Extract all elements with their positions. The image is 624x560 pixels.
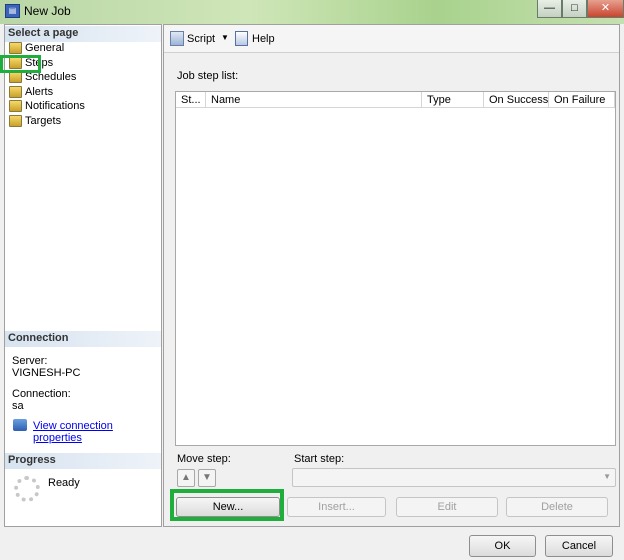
insert-step-button[interactable]: Insert... [287,497,386,517]
main-panel: Script ▼ Help Job step list: St... Name … [163,24,620,527]
sidebar-item-label: Targets [25,115,62,127]
column-header-step[interactable]: St... [176,92,206,108]
new-button-highlight [170,489,284,521]
help-icon [235,31,248,46]
minimize-button[interactable]: — [537,0,562,18]
ok-button[interactable]: OK [469,535,536,557]
script-icon [170,31,184,46]
progress-spinner-icon [14,476,40,502]
toolbar: Script ▼ Help [164,25,619,53]
server-label: Server: [12,355,48,367]
select-page-header: Select a page [5,26,161,42]
window-title: New Job [24,4,71,18]
start-step-select[interactable]: ▼ [292,468,616,487]
title-bar: ▤ New Job — □ ✕ [0,0,624,24]
progress-header: Progress [5,453,161,469]
move-step-label: Move step: [177,453,231,465]
app-icon: ▤ [5,4,20,18]
maximize-button[interactable]: □ [562,0,587,18]
connection-properties-icon [13,419,27,431]
start-step-label: Start step: [294,453,345,465]
sidebar-item-targets[interactable]: Targets [9,114,61,128]
column-header-name[interactable]: Name [206,92,422,108]
chevron-down-icon: ▼ [603,472,611,481]
help-button[interactable]: Help [252,33,275,45]
page-icon [9,86,22,98]
edit-step-button[interactable]: Edit [396,497,498,517]
sidebar-item-notifications[interactable]: Notifications [9,99,85,113]
page-icon [9,42,22,54]
column-header-on-failure[interactable]: On Failure [549,92,615,108]
connection-label: Connection: [12,388,71,400]
close-button[interactable]: ✕ [587,0,624,18]
sidebar-item-label: General [25,42,65,54]
steps-highlight [0,55,41,73]
script-button[interactable]: Script [187,33,215,45]
script-dropdown-icon[interactable]: ▼ [221,33,229,42]
sidebar-item-alerts[interactable]: Alerts [9,85,53,99]
page-icon [9,115,22,127]
sidebar-item-general[interactable]: General [9,41,64,55]
page-icon [9,100,22,112]
sidebar-item-label: Alerts [25,86,54,98]
connection-value: sa [12,400,24,412]
connection-header: Connection [5,331,161,347]
column-header-on-success[interactable]: On Success [484,92,549,108]
sidebar-item-label: Notifications [25,100,85,112]
move-up-button[interactable]: ▲ [177,469,195,487]
move-down-button[interactable]: ▼ [198,469,216,487]
column-header-type[interactable]: Type [422,92,484,108]
job-step-list[interactable]: St... Name Type On Success On Failure [175,91,616,446]
delete-step-button[interactable]: Delete [506,497,608,517]
server-value: VIGNESH-PC [12,367,81,379]
left-panel: Select a page General Steps Schedules Al… [4,24,162,527]
job-step-list-label: Job step list: [177,70,239,82]
progress-status: Ready [48,477,80,489]
view-connection-properties-link[interactable]: View connection properties [33,420,161,444]
cancel-button[interactable]: Cancel [545,535,613,557]
